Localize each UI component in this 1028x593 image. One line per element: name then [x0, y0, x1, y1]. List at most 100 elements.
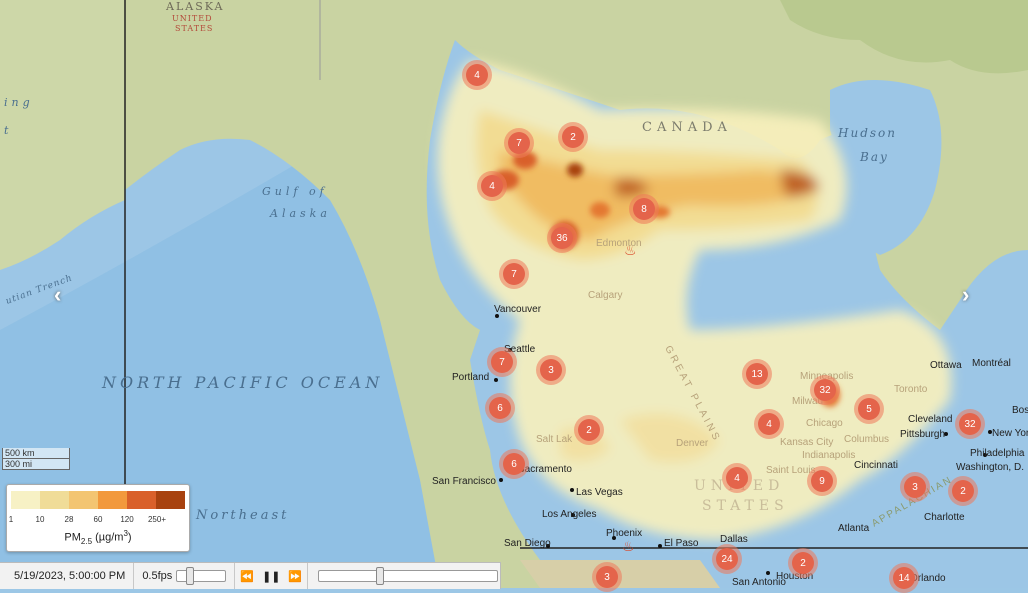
fire-cluster[interactable]: 8: [629, 194, 659, 224]
city-portland: Portland: [452, 372, 490, 383]
city-pittsburgh: Pittsburgh: [900, 429, 946, 440]
gulf-label-2: Alaska: [270, 207, 331, 220]
fire-icon[interactable]: ♨: [622, 538, 635, 555]
chevron-right-icon[interactable]: ›: [962, 282, 969, 308]
city-san-francisco: San Francisco: [432, 476, 496, 487]
city-atlanta: Atlanta: [838, 523, 870, 534]
fire-cluster[interactable]: 32: [955, 409, 985, 439]
city-el-paso: El Paso: [664, 538, 699, 549]
fire-cluster[interactable]: 7: [499, 259, 529, 289]
ocean-northeast-label: Northeast: [196, 508, 290, 523]
fast-forward-icon[interactable]: ⏩: [283, 566, 307, 586]
fire-cluster[interactable]: 2: [558, 122, 588, 152]
cluster-count: 13: [746, 363, 768, 385]
strait-label: t: [4, 124, 13, 137]
fire-cluster[interactable]: 7: [504, 128, 534, 158]
fire-cluster[interactable]: 6: [499, 449, 529, 479]
fire-cluster[interactable]: 36: [547, 223, 577, 253]
legend-swatch: [11, 491, 40, 509]
cluster-count: 32: [814, 379, 836, 401]
city-salt-lake: Salt Lak: [536, 434, 573, 445]
fire-cluster[interactable]: 4: [462, 60, 492, 90]
datetime-display: 5/19/2023, 5:00:00 PM: [14, 570, 126, 582]
city-new-york: New York: [992, 428, 1028, 439]
city-los-angeles: Los Angeles: [542, 509, 597, 520]
city-washington: Washington, D.: [956, 462, 1024, 473]
hudson-label-2: Bay: [860, 150, 889, 164]
alaska-label: ALASKA: [166, 0, 225, 13]
legend-ticks: 1 10 28 60 120 250+: [7, 515, 189, 527]
cluster-count: 2: [952, 480, 974, 502]
rewind-icon[interactable]: ⏪: [235, 566, 259, 586]
fire-cluster[interactable]: 13: [742, 359, 772, 389]
alaska-us-label-1: UNITED: [172, 14, 213, 23]
legend-swatch: [40, 491, 69, 509]
fire-cluster[interactable]: 4: [477, 171, 507, 201]
cluster-count: 2: [562, 126, 584, 148]
fire-cluster[interactable]: 2: [788, 548, 818, 578]
ocean-label: NORTH PACIFIC OCEAN: [102, 373, 384, 392]
legend-tick: 10: [35, 515, 45, 524]
fire-cluster[interactable]: 32: [810, 375, 840, 405]
legend-swatch: [127, 491, 156, 509]
fire-cluster[interactable]: 9: [807, 466, 837, 496]
fps-label: 0.5fps: [142, 570, 173, 582]
alaska-us-label-2: STATES: [175, 24, 214, 33]
cluster-count: 7: [491, 351, 513, 373]
legend-color-bar: [11, 491, 185, 509]
fire-cluster[interactable]: 14: [889, 563, 919, 593]
cluster-count: 9: [811, 470, 833, 492]
hotspot: [567, 163, 583, 177]
canada-label: CANADA: [642, 120, 732, 135]
fps-slider-handle[interactable]: [185, 567, 194, 585]
cluster-count: 4: [466, 64, 488, 86]
hotspot: [590, 202, 610, 218]
chevron-left-icon[interactable]: ‹: [54, 282, 61, 308]
fire-cluster[interactable]: 4: [722, 463, 752, 493]
city-kansas-city: Kansas City: [780, 437, 834, 448]
cluster-count: 6: [503, 453, 525, 475]
cluster-count: 4: [758, 413, 780, 435]
fire-cluster[interactable]: 2: [948, 476, 978, 506]
cluster-count: 3: [540, 359, 562, 381]
fire-cluster[interactable]: 6: [485, 393, 515, 423]
legend-title-sub: 2.5: [80, 536, 93, 546]
timeline-slider-handle[interactable]: [376, 567, 385, 585]
city-las-vegas: Las Vegas: [576, 487, 623, 498]
bering-label: ing: [4, 96, 34, 109]
pause-icon[interactable]: ❚❚: [259, 566, 283, 586]
cluster-count: 4: [481, 175, 503, 197]
cluster-count: 24: [716, 548, 738, 570]
city-indianapolis: Indianapolis: [802, 450, 856, 461]
legend-title: PM2.5 (µg/m3): [7, 529, 189, 546]
city-charlotte: Charlotte: [924, 512, 965, 523]
fire-cluster[interactable]: 7: [487, 347, 517, 377]
legend-swatch: [98, 491, 127, 509]
gulf-label-1: Gulf of: [262, 185, 328, 198]
city-san-antonio: San Antonio: [732, 577, 786, 588]
city-boston: Bos: [1012, 405, 1028, 416]
cluster-count: 2: [792, 552, 814, 574]
legend-tick: 28: [64, 515, 74, 524]
fire-icon[interactable]: ♨: [624, 242, 637, 259]
city-san-diego: San Diego: [504, 538, 551, 549]
us-label-2: STATES: [702, 498, 789, 514]
cluster-count: 4: [726, 467, 748, 489]
fire-cluster[interactable]: 5: [854, 394, 884, 424]
scale-mi: 300 mi: [2, 459, 70, 470]
timeline-slider[interactable]: [318, 567, 499, 585]
legend-tick: 60: [93, 515, 103, 524]
fps-slider[interactable]: [176, 567, 227, 585]
scale-km: 500 km: [2, 448, 70, 459]
cluster-count: 5: [858, 398, 880, 420]
city-ottawa: Ottawa: [930, 360, 962, 371]
fire-cluster[interactable]: 24: [712, 544, 742, 574]
legend-title-close: ): [127, 531, 132, 544]
fire-cluster[interactable]: 3: [536, 355, 566, 385]
fire-cluster[interactable]: 4: [754, 409, 784, 439]
fire-cluster[interactable]: 2: [574, 415, 604, 445]
city-chicago: Chicago: [806, 418, 843, 429]
cluster-count: 36: [551, 227, 573, 249]
fire-cluster[interactable]: 3: [900, 472, 930, 502]
divider: [307, 563, 309, 589]
